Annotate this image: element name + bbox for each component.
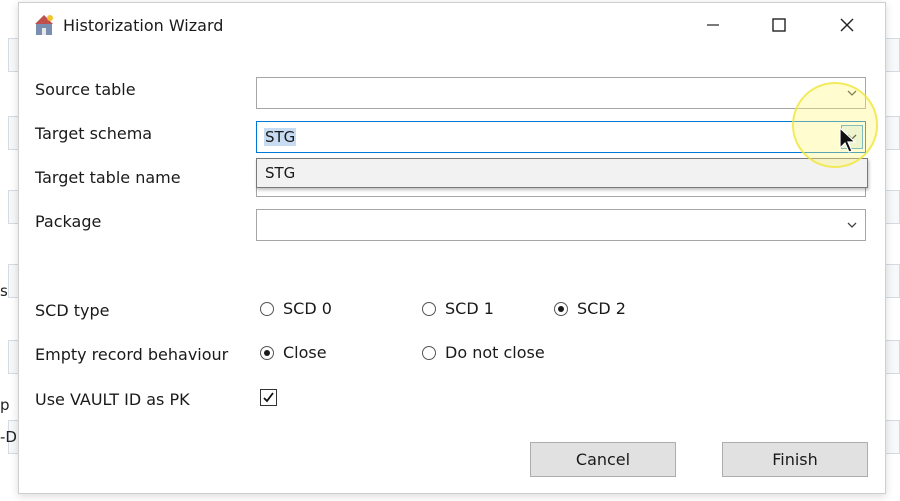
radio-label: SCD 1 bbox=[445, 299, 494, 318]
scd-type-label: SCD type bbox=[35, 301, 110, 320]
radio-label: Do not close bbox=[445, 343, 545, 362]
close-icon bbox=[840, 18, 854, 32]
radio-scd-1[interactable]: SCD 1 bbox=[422, 299, 494, 318]
maximize-icon bbox=[772, 18, 786, 32]
radio-do-not-close[interactable]: Do not close bbox=[422, 343, 545, 362]
package-combobox[interactable] bbox=[256, 209, 866, 241]
minimize-icon bbox=[707, 24, 719, 26]
radio-button-selected[interactable] bbox=[260, 345, 274, 360]
target-schema-dropdown-list: STG bbox=[256, 158, 868, 188]
source-table-label: Source table bbox=[35, 80, 136, 99]
empty-record-behaviour-label: Empty record behaviour bbox=[35, 345, 229, 364]
target-schema-value[interactable]: STG bbox=[264, 128, 297, 146]
target-schema-label: Target schema bbox=[35, 124, 153, 143]
radio-close[interactable]: Close bbox=[260, 343, 327, 362]
use-vault-id-checkbox[interactable] bbox=[260, 389, 277, 406]
radio-label: Close bbox=[283, 343, 327, 362]
radio-scd-0[interactable]: SCD 0 bbox=[260, 299, 332, 318]
radio-button[interactable] bbox=[260, 301, 274, 316]
target-table-name-label: Target table name bbox=[35, 168, 181, 187]
minimize-button[interactable] bbox=[681, 3, 745, 47]
chevron-down-icon[interactable] bbox=[845, 218, 859, 232]
checkmark-icon bbox=[263, 392, 274, 403]
use-vault-id-label: Use VAULT ID as PK bbox=[35, 390, 190, 409]
title-bar[interactable]: Historization Wizard bbox=[19, 3, 885, 47]
radio-button[interactable] bbox=[422, 301, 436, 316]
maximize-button[interactable] bbox=[747, 3, 811, 47]
background-text-fragment: p bbox=[0, 396, 10, 414]
background-text-fragment: -D bbox=[0, 428, 17, 446]
background-text-fragment: s bbox=[0, 282, 8, 300]
cursor-highlight bbox=[792, 82, 878, 168]
radio-label: SCD 0 bbox=[283, 299, 332, 318]
source-table-combobox[interactable] bbox=[256, 77, 866, 109]
package-label: Package bbox=[35, 212, 102, 231]
dropdown-option-stg[interactable]: STG bbox=[265, 164, 295, 182]
close-button[interactable] bbox=[815, 3, 879, 47]
finish-button[interactable]: Finish bbox=[722, 442, 868, 477]
radio-button[interactable] bbox=[422, 345, 436, 360]
wizard-app-icon bbox=[35, 15, 53, 35]
radio-scd-2[interactable]: SCD 2 bbox=[554, 299, 626, 318]
radio-label: SCD 2 bbox=[577, 299, 626, 318]
window-title: Historization Wizard bbox=[63, 16, 224, 35]
mouse-cursor-icon bbox=[839, 126, 857, 153]
target-schema-combobox[interactable]: STG bbox=[256, 121, 866, 153]
radio-button-selected[interactable] bbox=[554, 301, 568, 316]
cancel-button[interactable]: Cancel bbox=[530, 442, 676, 477]
historization-wizard-dialog: Historization Wizard Source table Target… bbox=[18, 2, 886, 494]
